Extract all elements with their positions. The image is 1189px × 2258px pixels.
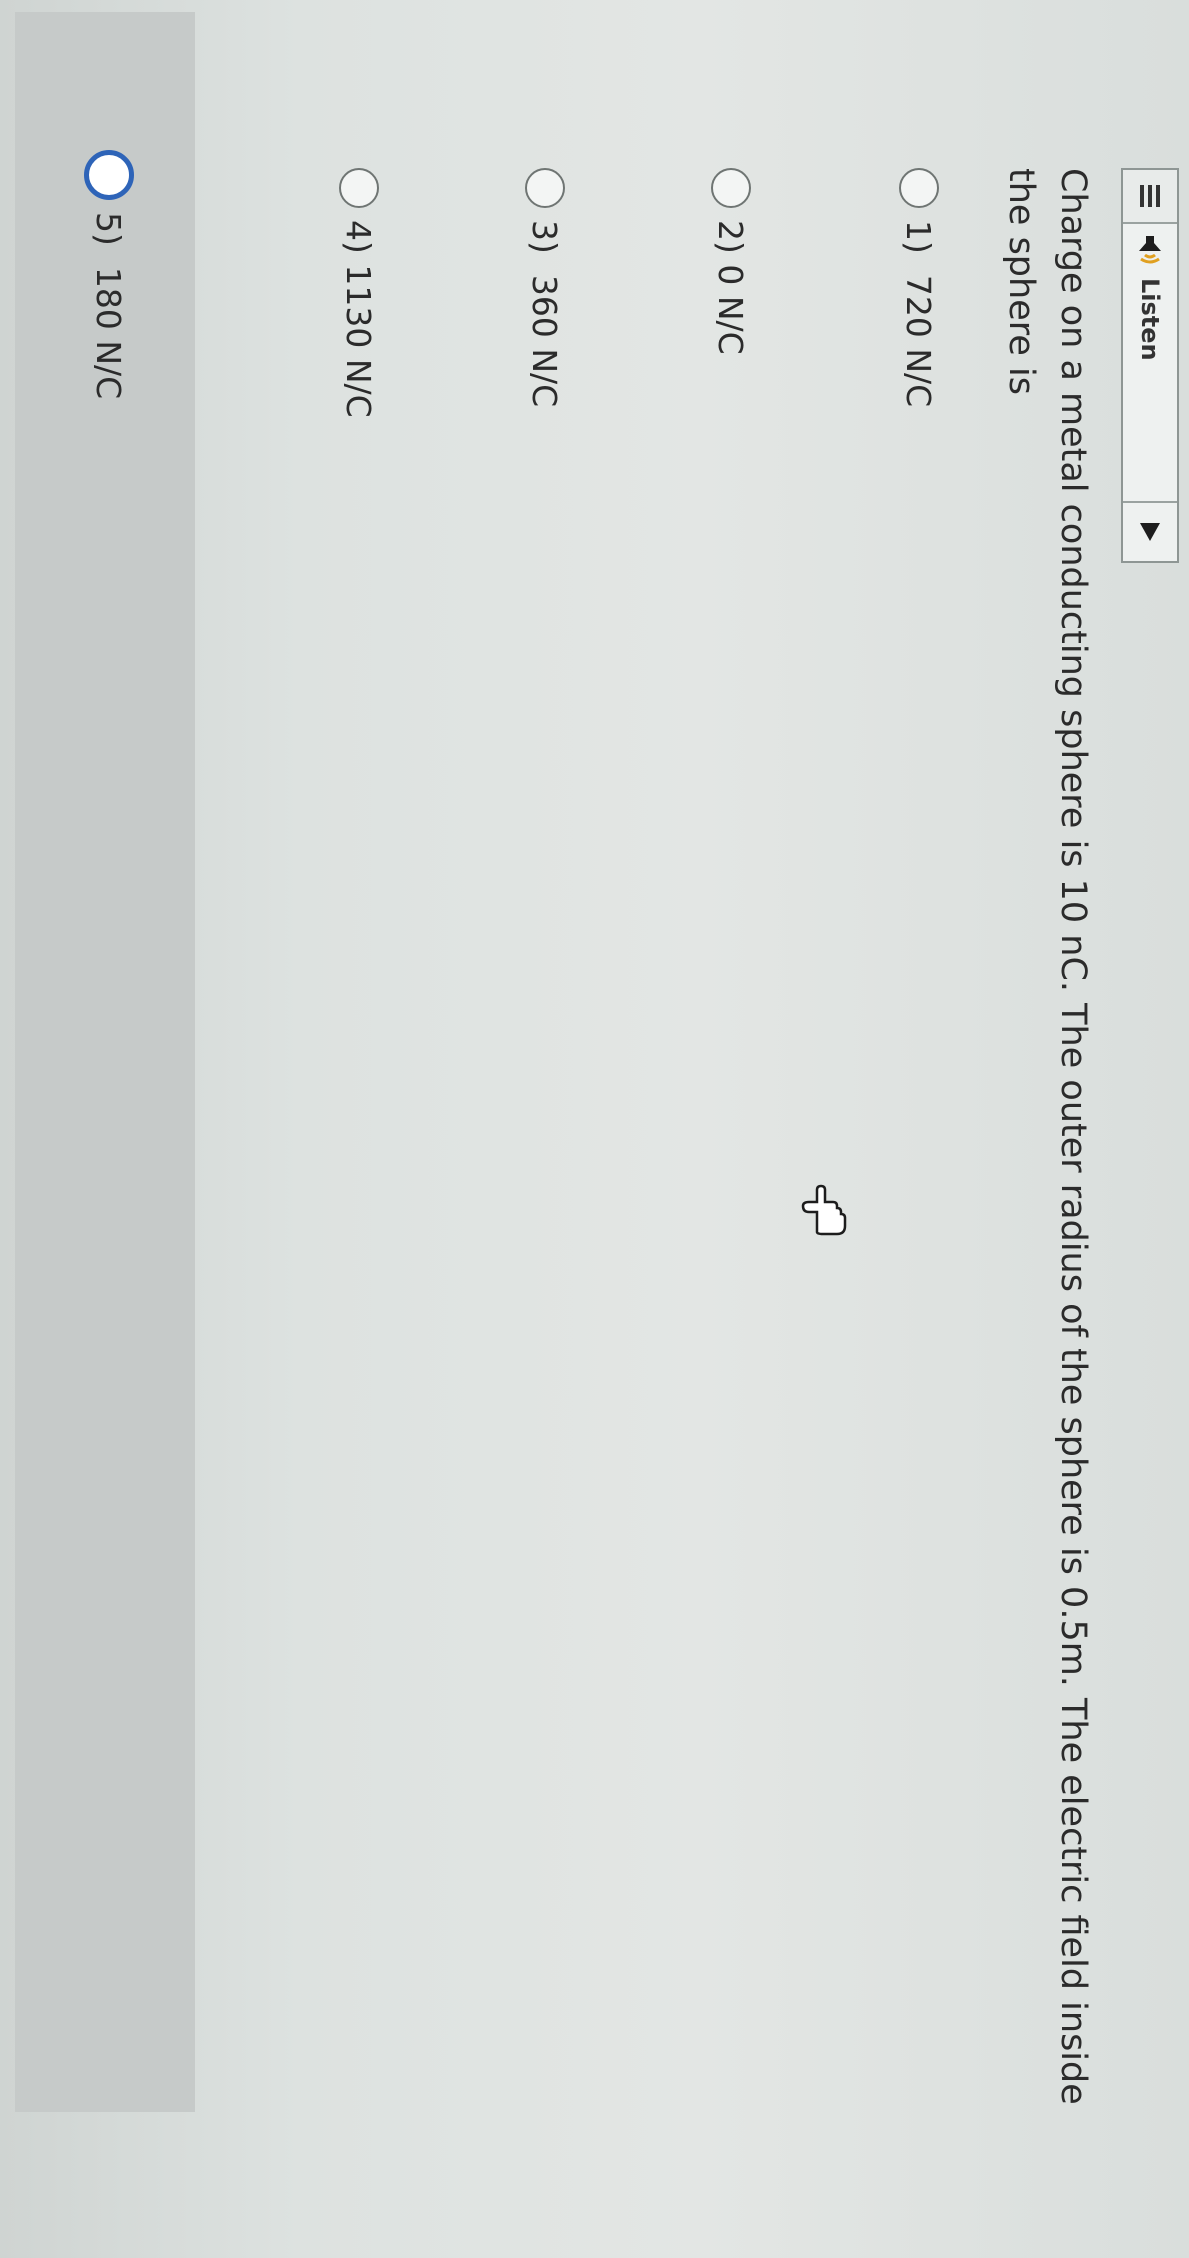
hand-pointer-icon	[801, 1184, 847, 1236]
question-panel: Listen Charge on a metal conducting sphe…	[0, 0, 1189, 2258]
listen-label: Listen	[1136, 278, 1164, 361]
radio-button[interactable]	[711, 168, 751, 208]
option-label: 2) 0 N/C	[711, 220, 751, 355]
radio-button[interactable]	[525, 168, 565, 208]
option-1[interactable]: 1) 720 N/C	[889, 168, 949, 407]
option-2[interactable]: 2) 0 N/C	[701, 168, 761, 355]
listen-toolbar: Listen	[1121, 168, 1179, 563]
radio-button[interactable]	[84, 150, 134, 200]
play-button[interactable]	[1123, 503, 1177, 561]
option-label: 1) 720 N/C	[899, 220, 939, 408]
option-4[interactable]: 4) 1130 N/C	[329, 168, 389, 418]
radio-button[interactable]	[899, 168, 939, 208]
menu-button[interactable]	[1123, 170, 1177, 224]
option-label: 4) 1130 N/C	[339, 220, 379, 418]
option-label: 5) 180 N/C	[89, 212, 129, 400]
listen-button[interactable]: Listen	[1123, 224, 1177, 503]
question-text: Charge on a metal conducting sphere is 1…	[1001, 168, 1093, 2105]
option-3[interactable]: 3) 360 N/C	[515, 168, 575, 407]
option-label: 3) 360 N/C	[525, 220, 565, 408]
hamburger-icon	[1140, 185, 1160, 207]
option-5[interactable]: 5) 180 N/C	[79, 150, 139, 399]
radio-button[interactable]	[339, 168, 379, 208]
speaker-icon	[1137, 234, 1163, 268]
play-triangle-icon	[1140, 523, 1160, 541]
